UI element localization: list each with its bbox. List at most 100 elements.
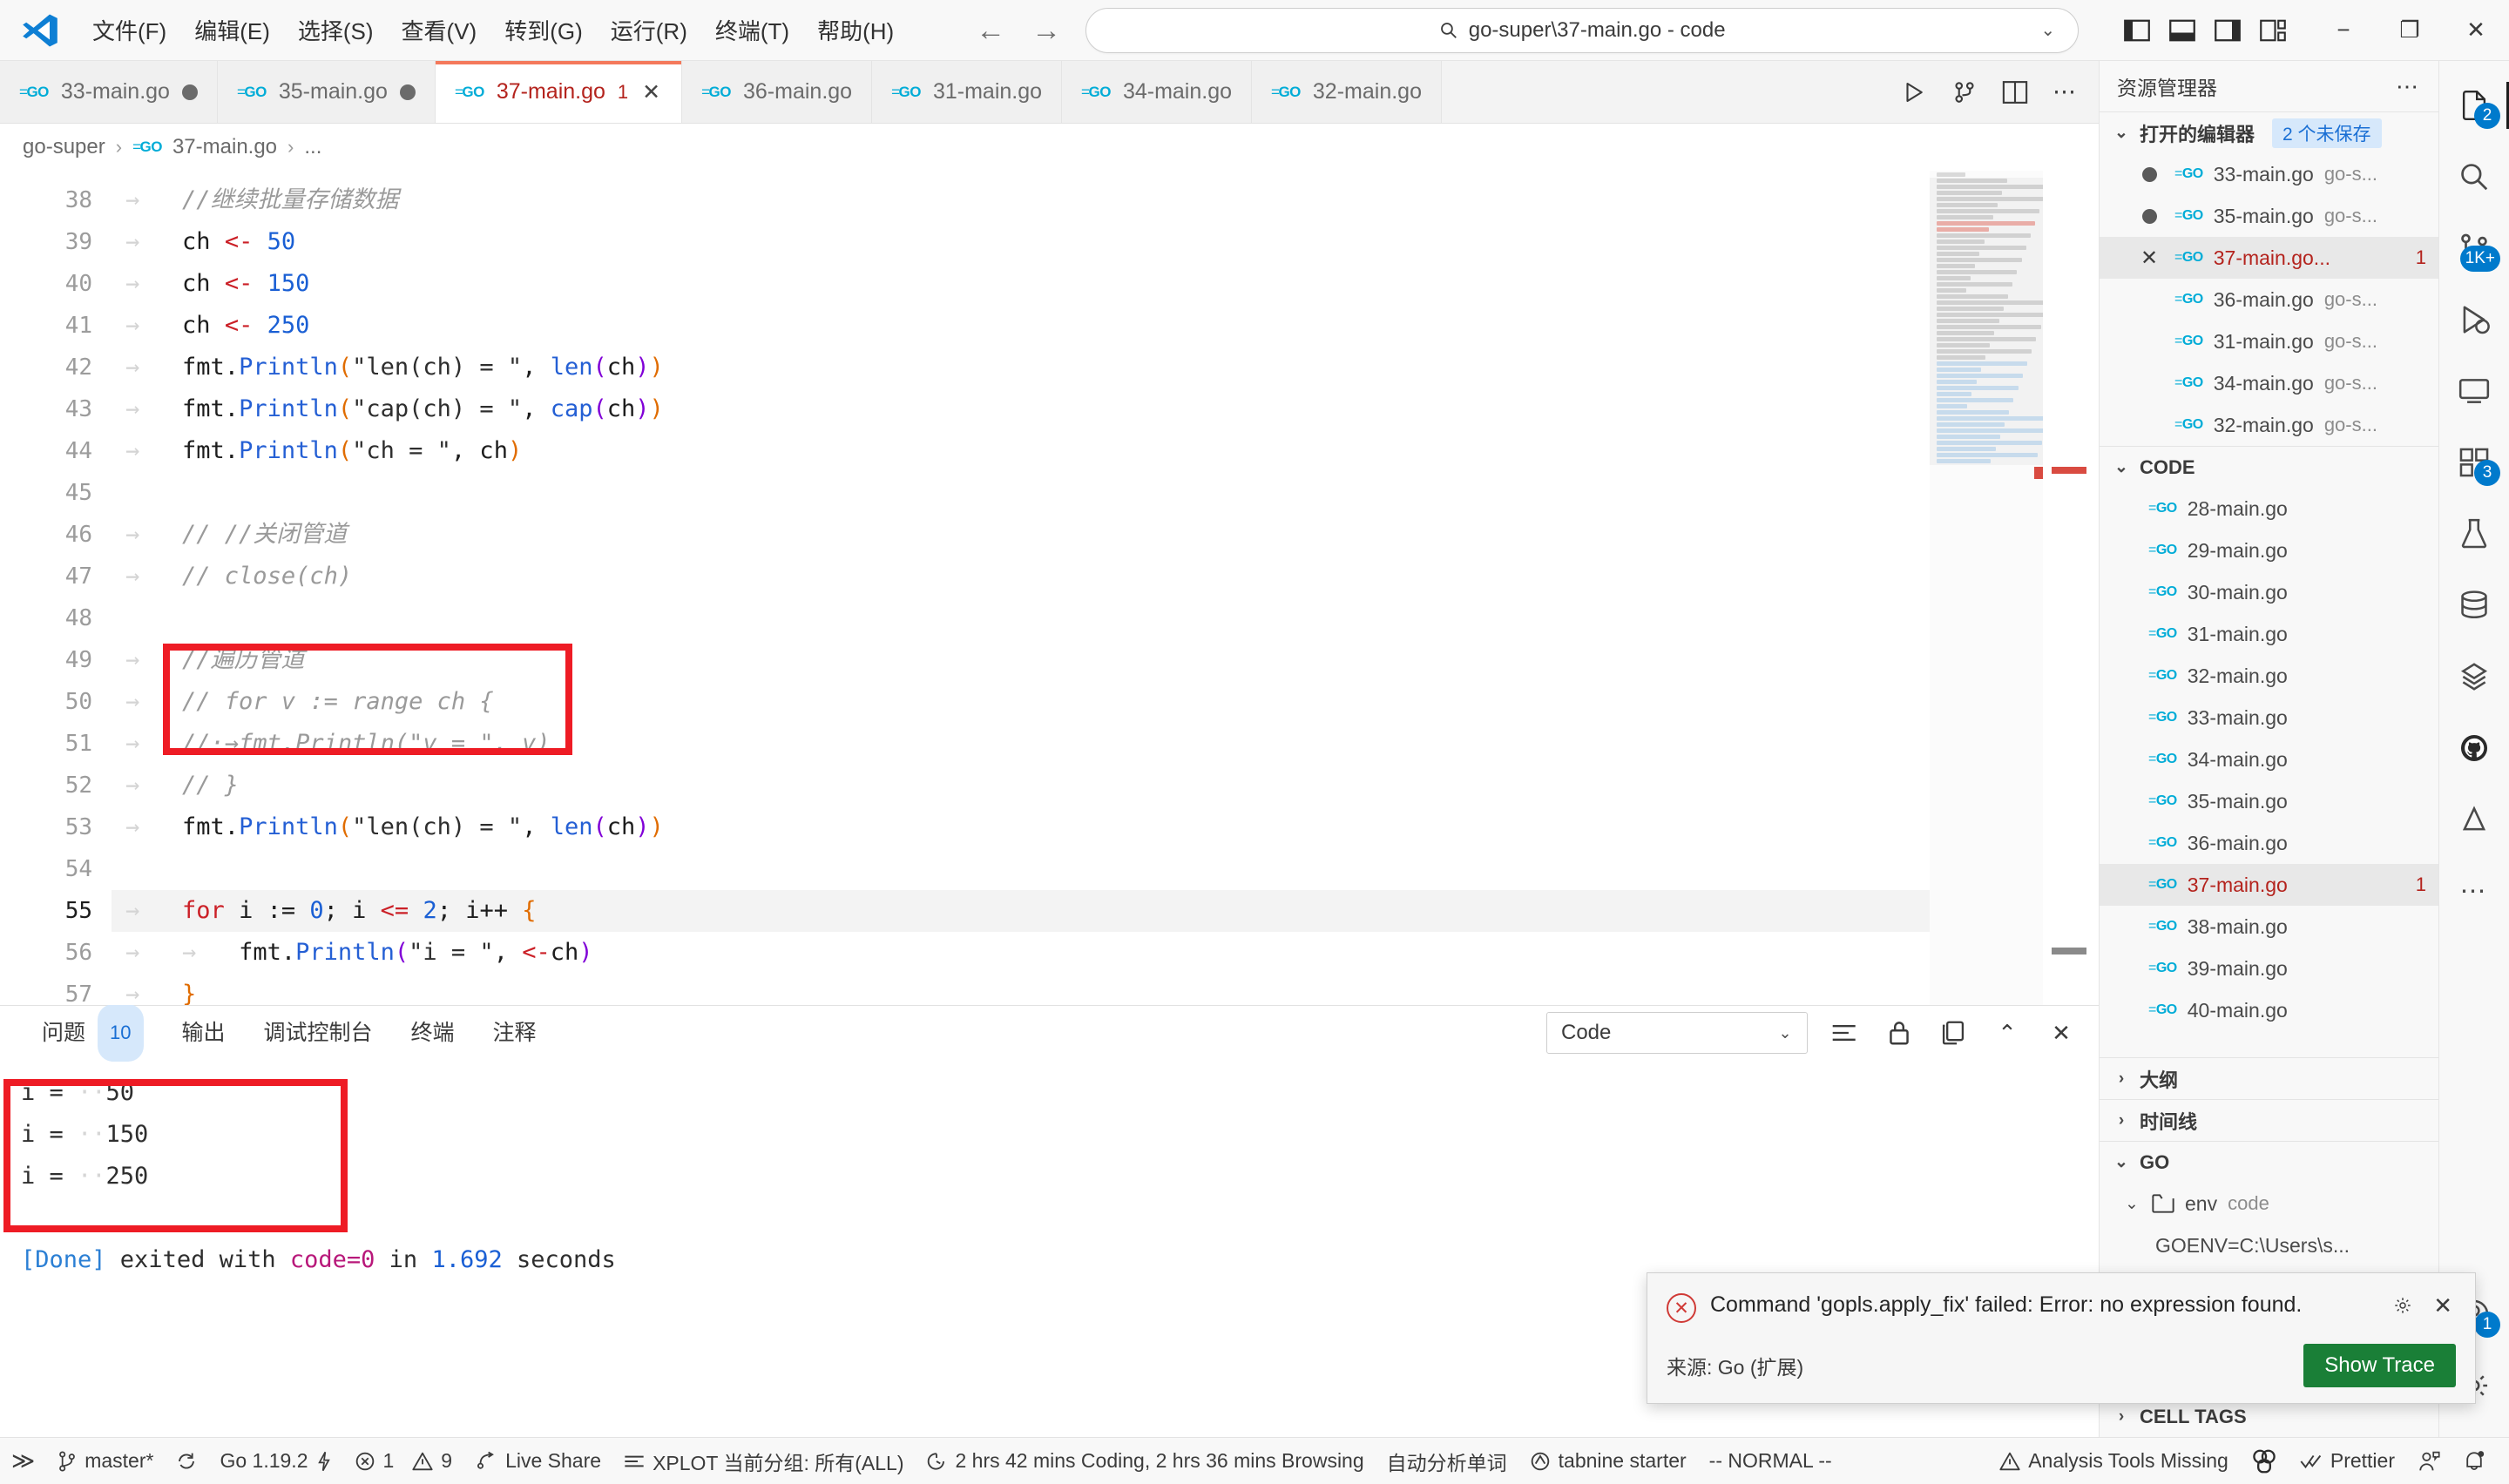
- new-terminal-icon[interactable]: [1937, 1020, 1970, 1046]
- file-tree-item[interactable]: GO 39-main.go: [2100, 948, 2438, 989]
- window-maximize-button[interactable]: ❐: [2377, 0, 2443, 61]
- activity-source-control[interactable]: 1K+: [2439, 212, 2509, 284]
- open-editor-item[interactable]: GO 32-main.go go-s...: [2100, 404, 2438, 446]
- code-line[interactable]: → }: [112, 974, 2099, 1005]
- status-notifications[interactable]: [2452, 1438, 2497, 1484]
- status-branch[interactable]: master*: [46, 1438, 165, 1484]
- close-icon[interactable]: ✕: [2430, 1292, 2456, 1319]
- file-tree-item[interactable]: GO 33-main.go: [2100, 697, 2438, 739]
- activity-more[interactable]: ⋯: [2439, 855, 2509, 927]
- open-editor-item[interactable]: GO 31-main.go go-s...: [2100, 320, 2438, 362]
- file-tree-item[interactable]: GO 28-main.go: [2100, 488, 2438, 530]
- status-wakatime[interactable]: 2 hrs 42 mins Coding, 2 hrs 36 mins Brow…: [915, 1438, 1375, 1484]
- toggle-panel-icon[interactable]: [2169, 19, 2195, 42]
- menu-view[interactable]: 查看(V): [388, 7, 491, 53]
- window-minimize-button[interactable]: −: [2310, 0, 2377, 61]
- close-editor-icon[interactable]: ✕: [2134, 246, 2164, 271]
- code-line[interactable]: → for i := 0; i <= 2; i++ {: [112, 890, 2099, 932]
- minimap[interactable]: [1930, 171, 2043, 1005]
- chevron-up-icon[interactable]: ⌃: [1991, 1020, 2024, 1047]
- panel-tab-problems[interactable]: 问题 10: [23, 1004, 163, 1062]
- output-channel-select[interactable]: Code ⌄: [1546, 1012, 1808, 1054]
- menu-edit[interactable]: 编辑(E): [180, 7, 284, 53]
- section-timeline[interactable]: › 时间线: [2100, 1099, 2438, 1141]
- code-line[interactable]: → fmt.Println("cap(ch) = ", cap(ch)): [112, 388, 2099, 430]
- code-line[interactable]: → fmt.Println("ch = ", ch): [112, 430, 2099, 472]
- code-file-list[interactable]: GO 28-main.go GO 29-main.go GO 30-main.go GO 31…: [2100, 488, 2438, 1057]
- arrow-left-icon[interactable]: ←: [976, 16, 1005, 45]
- code-line[interactable]: → → fmt.Println("i = ", <-ch): [112, 932, 2099, 974]
- code-line[interactable]: → ch <- 50: [112, 221, 2099, 263]
- file-tree-item[interactable]: GO 38-main.go: [2100, 906, 2438, 948]
- editor-tab-34-main[interactable]: GO 34-main.go: [1062, 61, 1253, 123]
- arrow-right-icon[interactable]: →: [1031, 16, 1061, 45]
- editor-tab-35-main[interactable]: GO 35-main.go: [217, 61, 436, 123]
- file-tree-item[interactable]: GO 40-main.go: [2100, 989, 2438, 1031]
- code-line[interactable]: → //继续批量存储数据: [112, 179, 2099, 221]
- status-go-version[interactable]: Go 1.19.2: [208, 1438, 342, 1484]
- activity-extensions[interactable]: 3: [2439, 427, 2509, 498]
- status-sync[interactable]: [165, 1438, 208, 1484]
- run-debug-icon[interactable]: [1951, 79, 1978, 105]
- code-line[interactable]: → //遍历管道: [112, 639, 2099, 681]
- lock-icon[interactable]: [1883, 1020, 1916, 1046]
- open-editor-item[interactable]: ✕ GO 37-main.go... 1: [2100, 237, 2438, 279]
- file-tree-item[interactable]: GO 29-main.go: [2100, 530, 2438, 571]
- code-line[interactable]: → //·→fmt.Println("v = ", v): [112, 723, 2099, 765]
- activity-remote-explorer[interactable]: [2439, 355, 2509, 427]
- code-line[interactable]: → // close(ch): [112, 556, 2099, 597]
- show-trace-button[interactable]: Show Trace: [2303, 1344, 2456, 1387]
- activity-github[interactable]: [2439, 712, 2509, 784]
- menu-selection[interactable]: 选择(S): [284, 7, 388, 53]
- code-line[interactable]: [112, 848, 2099, 890]
- panel-tab-comments[interactable]: 注释: [474, 1006, 556, 1060]
- tab-close-icon[interactable]: ✕: [640, 79, 662, 105]
- file-tree-item[interactable]: GO 36-main.go: [2100, 822, 2438, 864]
- command-center[interactable]: go-super\37-main.go - code ⌄: [1085, 7, 2080, 53]
- code-content[interactable]: → //继续批量存储数据 → ch <- 50 → ch <- 150 → ch <-…: [112, 171, 2099, 1005]
- menu-go[interactable]: 转到(G): [490, 7, 597, 53]
- status-problems[interactable]: 1 9: [343, 1438, 464, 1484]
- chevron-down-icon[interactable]: ⌄: [2040, 19, 2055, 41]
- code-line[interactable]: [112, 597, 2099, 639]
- menu-terminal[interactable]: 终端(T): [701, 7, 803, 53]
- code-line[interactable]: [112, 472, 2099, 514]
- status-auto-word-analysis[interactable]: 自动分析单词: [1376, 1438, 1518, 1484]
- clear-output-icon[interactable]: [1829, 1022, 1862, 1044]
- activity-testing[interactable]: [2439, 498, 2509, 570]
- status-feedback[interactable]: [2406, 1438, 2452, 1484]
- editor-tab-32-main[interactable]: GO 32-main.go: [1252, 61, 1442, 123]
- activity-search[interactable]: [2439, 141, 2509, 212]
- status-xplot[interactable]: XPLOT 当前分组: 所有(ALL): [612, 1438, 915, 1484]
- file-tree-item[interactable]: GO 35-main.go: [2100, 780, 2438, 822]
- close-panel-icon[interactable]: ✕: [2045, 1020, 2078, 1047]
- editor-tab-33-main[interactable]: GO 33-main.go: [0, 61, 218, 123]
- more-ellipsis-icon[interactable]: ⋯: [2053, 78, 2076, 105]
- file-tree-item[interactable]: GO 32-main.go: [2100, 655, 2438, 697]
- code-editor[interactable]: 38 39 40 41 42 43 44 45 46 47 48 49 50 51 52 53 54 55 56 57…: [0, 171, 2099, 1005]
- panel-tab-terminal[interactable]: 终端: [392, 1006, 474, 1060]
- file-tree-item[interactable]: GO 31-main.go: [2100, 613, 2438, 655]
- toggle-primary-sidebar-icon[interactable]: [2124, 19, 2150, 42]
- open-editor-item[interactable]: GO 33-main.go go-s...: [2100, 153, 2438, 195]
- breadcrumb-file[interactable]: 37-main.go: [172, 135, 277, 159]
- editor-scrollbar[interactable]: [2043, 171, 2099, 1005]
- activity-explorer[interactable]: 2: [2439, 70, 2509, 141]
- file-tree-item[interactable]: GO 34-main.go: [2100, 739, 2438, 780]
- status-tabnine[interactable]: tabnine starter: [1518, 1438, 1698, 1484]
- activity-tabnine[interactable]: [2439, 784, 2509, 855]
- toggle-secondary-sidebar-icon[interactable]: [2215, 19, 2241, 42]
- panel-tab-debug-console[interactable]: 调试控制台: [245, 1006, 392, 1060]
- code-line[interactable]: → ch <- 250: [112, 305, 2099, 347]
- code-line[interactable]: → fmt.Println("len(ch) = ", len(ch)): [112, 806, 2099, 848]
- status-analysis-tools-missing[interactable]: Analysis Tools Missing: [1988, 1438, 2240, 1484]
- section-go[interactable]: ⌄ GO: [2100, 1141, 2438, 1183]
- chevron-down-icon[interactable]: ⌄: [1775, 1024, 1795, 1042]
- breadcrumb-root[interactable]: go-super: [23, 135, 105, 159]
- status-prettier[interactable]: Prettier: [2289, 1438, 2406, 1484]
- minimap-slider[interactable]: [1930, 178, 2043, 465]
- section-code-folder[interactable]: ⌄ CODE: [2100, 446, 2438, 488]
- status-tabnine-logo[interactable]: [2240, 1438, 2289, 1484]
- panel-tab-output[interactable]: 输出: [163, 1006, 245, 1060]
- editor-tab-31-main[interactable]: GO 31-main.go: [872, 61, 1063, 123]
